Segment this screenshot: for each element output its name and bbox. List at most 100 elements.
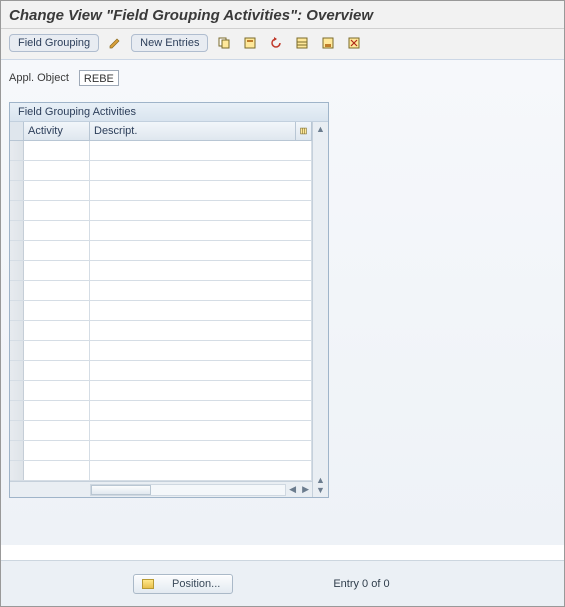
table-row[interactable] [10,461,312,481]
select-all-icon[interactable] [292,33,312,53]
delete-variant-icon[interactable] [344,33,364,53]
table-row[interactable] [10,241,312,261]
cell-descript[interactable] [90,201,312,220]
position-button[interactable]: Position... [133,574,233,594]
cell-activity[interactable] [24,301,90,320]
table-row[interactable] [10,301,312,321]
scroll-left-icon[interactable]: ◀ [286,484,299,495]
column-selector[interactable] [10,122,24,140]
cell-activity[interactable] [24,181,90,200]
table-row[interactable] [10,181,312,201]
field-grouping-panel: Field Grouping Activities Activity Descr… [9,102,329,498]
cell-descript[interactable] [90,421,312,440]
row-selector[interactable] [10,441,24,460]
scroll-up-icon[interactable]: ▲ [316,124,325,134]
cell-activity[interactable] [24,161,90,180]
new-entries-label: New Entries [140,37,199,49]
cell-descript[interactable] [90,461,312,480]
row-selector[interactable] [10,281,24,300]
pencil-icon[interactable] [105,33,125,53]
row-selector[interactable] [10,381,24,400]
cell-activity[interactable] [24,201,90,220]
scroll-down-icon-alt[interactable]: ▲ [316,475,325,485]
save-variant-icon[interactable] [318,33,338,53]
row-selector[interactable] [10,421,24,440]
cell-descript[interactable] [90,241,312,260]
table-row[interactable] [10,361,312,381]
cell-activity[interactable] [24,241,90,260]
row-selector[interactable] [10,341,24,360]
entry-counter: Entry 0 of 0 [333,578,389,590]
cell-activity[interactable] [24,381,90,400]
cell-activity[interactable] [24,341,90,360]
cell-activity[interactable] [24,141,90,160]
row-selector[interactable] [10,141,24,160]
row-selector[interactable] [10,321,24,340]
cell-activity[interactable] [24,441,90,460]
new-entries-button[interactable]: New Entries [131,34,208,52]
table-row[interactable] [10,441,312,461]
cell-descript[interactable] [90,401,312,420]
position-label: Position... [172,578,220,590]
appl-object-row: Appl. Object REBE [9,70,556,86]
cell-activity[interactable] [24,281,90,300]
cell-activity[interactable] [24,361,90,380]
table-row[interactable] [10,221,312,241]
cell-activity[interactable] [24,221,90,240]
row-selector[interactable] [10,241,24,260]
table-row[interactable] [10,141,312,161]
row-selector[interactable] [10,401,24,420]
row-selector[interactable] [10,161,24,180]
table-row[interactable] [10,321,312,341]
cell-activity[interactable] [24,401,90,420]
column-descript[interactable]: Descript. [90,122,296,140]
cell-activity[interactable] [24,321,90,340]
cell-activity[interactable] [24,421,90,440]
cell-descript[interactable] [90,441,312,460]
cell-descript[interactable] [90,281,312,300]
row-selector[interactable] [10,201,24,220]
cell-descript[interactable] [90,361,312,380]
cell-descript[interactable] [90,341,312,360]
table-row[interactable] [10,401,312,421]
table-row[interactable] [10,261,312,281]
cell-activity[interactable] [24,461,90,480]
field-grouping-button[interactable]: Field Grouping [9,34,99,52]
scroll-down-icon[interactable]: ▼ [316,485,325,495]
grid-header: Activity Descript. [10,122,312,141]
page-title: Change View "Field Grouping Activities":… [9,7,556,24]
table-row[interactable] [10,421,312,441]
row-selector[interactable] [10,221,24,240]
column-activity[interactable]: Activity [24,122,90,140]
cell-descript[interactable] [90,301,312,320]
row-selector[interactable] [10,461,24,480]
scroll-right-icon[interactable]: ▶ [299,484,312,495]
cell-descript[interactable] [90,141,312,160]
table-row[interactable] [10,381,312,401]
configure-columns-icon[interactable] [296,122,312,140]
variant-icon[interactable] [240,33,260,53]
vertical-scrollbar[interactable]: ▲ ▲ ▼ [312,122,328,497]
table-row[interactable] [10,281,312,301]
cell-descript[interactable] [90,161,312,180]
row-selector[interactable] [10,261,24,280]
title-bar: Change View "Field Grouping Activities":… [1,1,564,29]
undo-icon[interactable] [266,33,286,53]
appl-object-value[interactable]: REBE [79,70,119,86]
cell-descript[interactable] [90,381,312,400]
row-selector[interactable] [10,301,24,320]
grid: Activity Descript. ◀ ▶ ▲ ▲ ▼ [10,122,328,497]
copy-icon[interactable] [214,33,234,53]
table-row[interactable] [10,341,312,361]
table-row[interactable] [10,161,312,181]
cell-descript[interactable] [90,261,312,280]
cell-descript[interactable] [90,181,312,200]
horizontal-scrollbar[interactable]: ◀ ▶ [10,481,312,497]
cell-descript[interactable] [90,221,312,240]
cell-activity[interactable] [24,261,90,280]
cell-descript[interactable] [90,321,312,340]
toolbar: Field Grouping New Entries [1,29,564,60]
table-row[interactable] [10,201,312,221]
row-selector[interactable] [10,361,24,380]
row-selector[interactable] [10,181,24,200]
